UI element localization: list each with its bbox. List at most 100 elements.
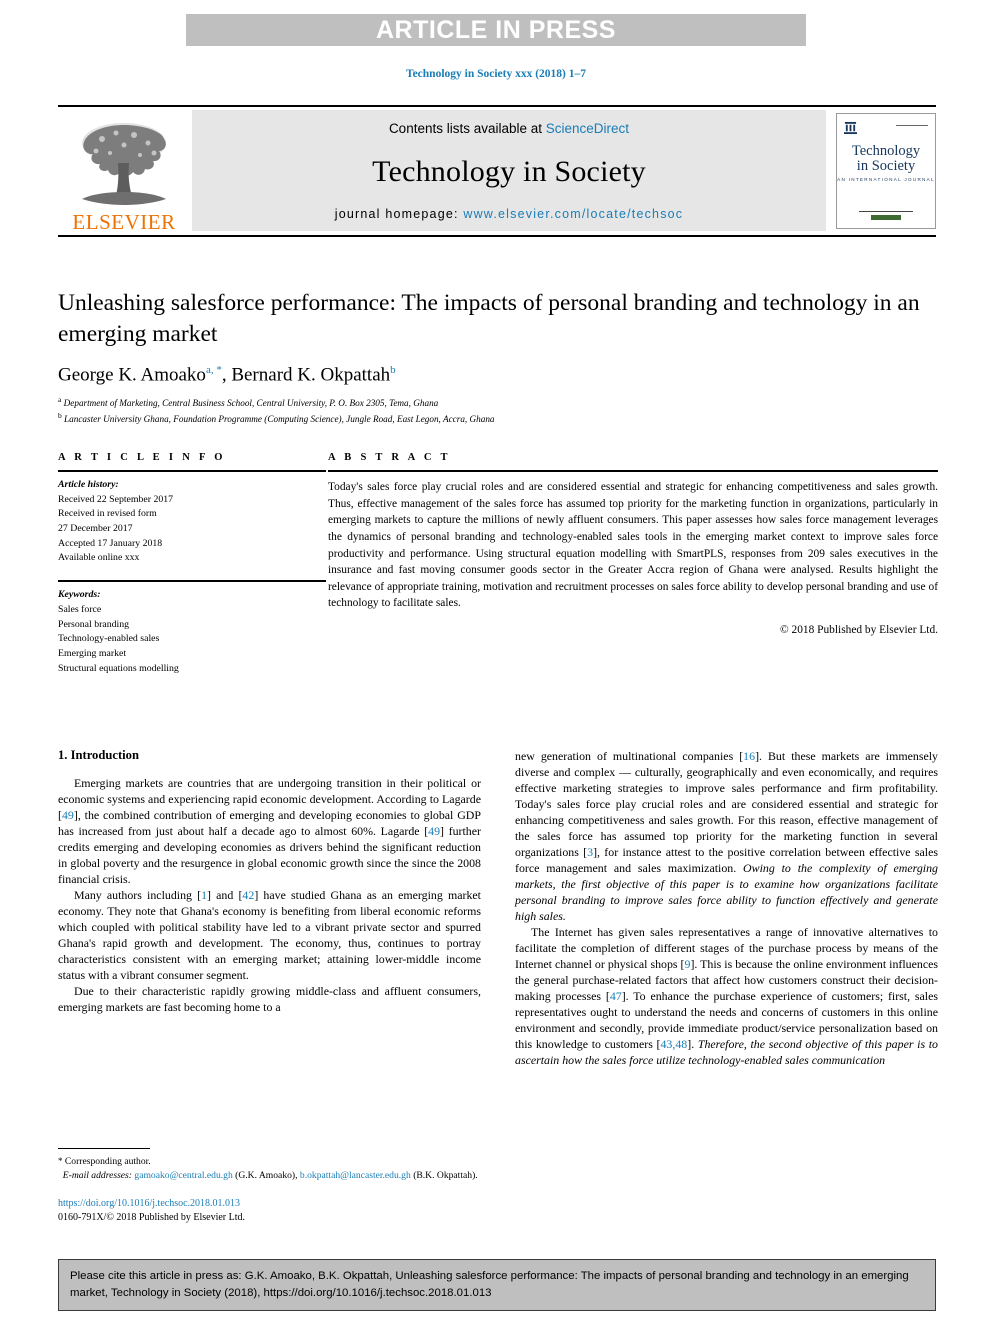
article-info-column: A R T I C L E I N F O Article history: R…	[58, 452, 326, 676]
journal-name: Technology in Society	[372, 154, 646, 188]
paragraph-text: ] have studied Ghana as an emerging mark…	[58, 888, 481, 982]
author-name-1[interactable]: George K. Amoako	[58, 364, 206, 385]
running-head: Technology in Society xxx (2018) 1–7	[405, 68, 587, 80]
email-link-2[interactable]: b.okpattah@lancaster.edu.gh	[300, 1170, 411, 1181]
article-history-item: Received 22 September 2017	[58, 493, 174, 505]
body-paragraph: Many authors including [1] and [42] have…	[58, 887, 481, 983]
affiliation-text-b: Lancaster University Ghana, Foundation P…	[64, 413, 495, 424]
cover-title: Technology in Society	[852, 144, 920, 173]
journal-emblem-icon	[843, 121, 857, 135]
asterisk-icon: *	[58, 1156, 63, 1166]
abstract-heading: A B S T R A C T	[328, 452, 451, 463]
citation-reference[interactable]: 16	[743, 749, 755, 763]
body-columns: 1. Introduction Emerging markets are cou…	[58, 748, 938, 1068]
paragraph-text: new generation of multinational companie…	[515, 749, 744, 763]
author-list: George K. Amoakoa, *, Bernard K. Okpatta…	[58, 364, 938, 386]
elsevier-logo: ELSEVIER	[58, 107, 190, 235]
elsevier-tree-icon	[82, 123, 166, 205]
cover-title-line1: Technology	[851, 143, 921, 159]
right-paragraph-container: new generation of multinational companie…	[515, 748, 938, 1068]
journal-cover-thumbnail: Technology in Society AN INTERNATIONAL J…	[836, 113, 936, 229]
doi-link[interactable]: https://doi.org/10.1016/j.techsoc.2018.0…	[58, 1197, 481, 1212]
paragraph-text: ].	[687, 1037, 698, 1051]
affiliation-mark-b: b	[58, 410, 62, 420]
affiliation-list: a Department of Marketing, Central Busin…	[58, 395, 938, 425]
abstract-text: Today's sales force play crucial roles a…	[328, 481, 938, 610]
email-label: E-mail addresses:	[62, 1169, 132, 1181]
journal-homepage-link[interactable]: www.elsevier.com/locate/techsoc	[463, 207, 683, 221]
contents-prefix: Contents lists available at	[388, 121, 546, 136]
paragraph-text: ] and [	[207, 888, 243, 902]
paragraph-text: ]. But these markets are immensely diver…	[515, 749, 938, 859]
paragraph-text: Many authors including [	[74, 888, 202, 902]
keyword-item: Personal branding	[58, 618, 130, 630]
info-abstract-region: A R T I C L E I N F O Article history: R…	[58, 452, 938, 676]
page-title: Unleashing salesforce performance: The i…	[58, 290, 920, 347]
affiliation-text-a: Department of Marketing, Central Busines…	[63, 398, 439, 409]
article-in-press-label: ARTICLE IN PRESS	[376, 15, 616, 44]
footnote-area: * Corresponding author. E-mail addresses…	[58, 1148, 481, 1226]
affiliation-a: a Department of Marketing, Central Busin…	[58, 395, 938, 410]
body-column-right: new generation of multinational companie…	[515, 748, 938, 1068]
email-link-1[interactable]: gamoako@central.edu.gh	[134, 1170, 232, 1181]
keyword-item: Emerging market	[58, 647, 127, 659]
title-block: Unleashing salesforce performance: The i…	[58, 288, 938, 426]
body-column-left: 1. Introduction Emerging markets are cou…	[58, 748, 481, 1068]
citation-reference[interactable]: 42	[242, 888, 254, 902]
author-marks-1: a, *	[205, 364, 222, 377]
article-history-item: 27 December 2017	[58, 523, 133, 535]
citation-reference[interactable]: 49	[62, 808, 74, 822]
left-paragraph-container: Emerging markets are countries that are …	[58, 775, 481, 1015]
cover-rule-bottom	[859, 211, 913, 212]
keyword-item: Structural equations modelling	[58, 662, 179, 674]
paragraph-text: Due to their characteristic rapidly grow…	[58, 984, 481, 1014]
cover-rule-top	[896, 125, 929, 126]
homepage-prefix: journal homepage:	[334, 207, 464, 221]
author-separator: ,	[221, 364, 232, 386]
email-owner-2: (B.K. Okpattah)	[413, 1169, 476, 1181]
corresponding-author-note: * Corresponding author.	[58, 1155, 481, 1169]
elsevier-wordmark: ELSEVIER	[72, 210, 176, 234]
article-history-block: Article history: Received 22 September 2…	[58, 472, 326, 566]
keywords-block: Keywords: Sales force Personal branding …	[58, 580, 326, 676]
cite-this-article-text: Please cite this article in press as: G.…	[70, 1270, 909, 1299]
keyword-item: Sales force	[58, 603, 102, 615]
section-title-introduction: 1. Introduction	[58, 748, 139, 762]
paper-page: ARTICLE IN PRESS Technology in Society x…	[0, 0, 992, 1323]
citation-reference[interactable]: 43,48	[660, 1037, 687, 1051]
cite-this-article-box: Please cite this article in press as: G.…	[58, 1259, 936, 1311]
contents-line: Contents lists available at ScienceDirec…	[389, 121, 629, 136]
citation-reference[interactable]: 49	[428, 824, 440, 838]
doi-block: https://doi.org/10.1016/j.techsoc.2018.0…	[58, 1197, 481, 1226]
cover-title-line2: in Society	[856, 157, 916, 174]
email-owner-1: (G.K. Amoako)	[235, 1169, 296, 1181]
article-in-press-banner: ARTICLE IN PRESS	[186, 14, 806, 46]
article-history-item: Available online xxx	[58, 552, 140, 564]
issn-copyright-line: 0160-791X/© 2018 Published by Elsevier L…	[58, 1212, 246, 1224]
journal-homepage-line: journal homepage: www.elsevier.com/locat…	[335, 207, 684, 221]
footnote-rule	[58, 1148, 150, 1149]
article-history-item: Accepted 17 January 2018	[58, 537, 163, 549]
affiliation-b: b Lancaster University Ghana, Foundation…	[58, 411, 938, 426]
article-history-label: Article history:	[58, 479, 119, 490]
affiliation-mark-a: a	[58, 395, 62, 405]
article-info-heading: A R T I C L E I N F O	[58, 452, 226, 463]
cover-subtitle: AN INTERNATIONAL JOURNAL	[837, 177, 935, 182]
paragraph-text: ], the combined contribution of emerging…	[58, 808, 481, 838]
email-note: E-mail addresses: gamoako@central.edu.gh…	[62, 1169, 478, 1181]
author-marks-2: b	[390, 364, 396, 377]
corresponding-author-text: Corresponding author.	[64, 1156, 151, 1167]
author-name-2[interactable]: Bernard K. Okpattah	[231, 364, 390, 385]
body-paragraph: The Internet has given sales representat…	[515, 924, 938, 1068]
journal-masthead: ELSEVIER Contents lists available at Sci…	[58, 105, 936, 237]
body-paragraph: Emerging markets are countries that are …	[58, 775, 481, 887]
citation-reference[interactable]: 47	[610, 989, 622, 1003]
abstract-copyright: © 2018 Published by Elsevier Ltd.	[780, 624, 938, 637]
keyword-item: Technology-enabled sales	[58, 633, 160, 645]
masthead-center-panel: Contents lists available at ScienceDirec…	[192, 110, 826, 231]
article-history-item: Received in revised form	[58, 508, 157, 520]
keywords-label: Keywords:	[58, 589, 101, 601]
body-paragraph: Due to their characteristic rapidly grow…	[58, 983, 481, 1015]
abstract-column: A B S T R A C T Today's sales force play…	[326, 452, 938, 676]
sciencedirect-link[interactable]: ScienceDirect	[546, 121, 629, 136]
